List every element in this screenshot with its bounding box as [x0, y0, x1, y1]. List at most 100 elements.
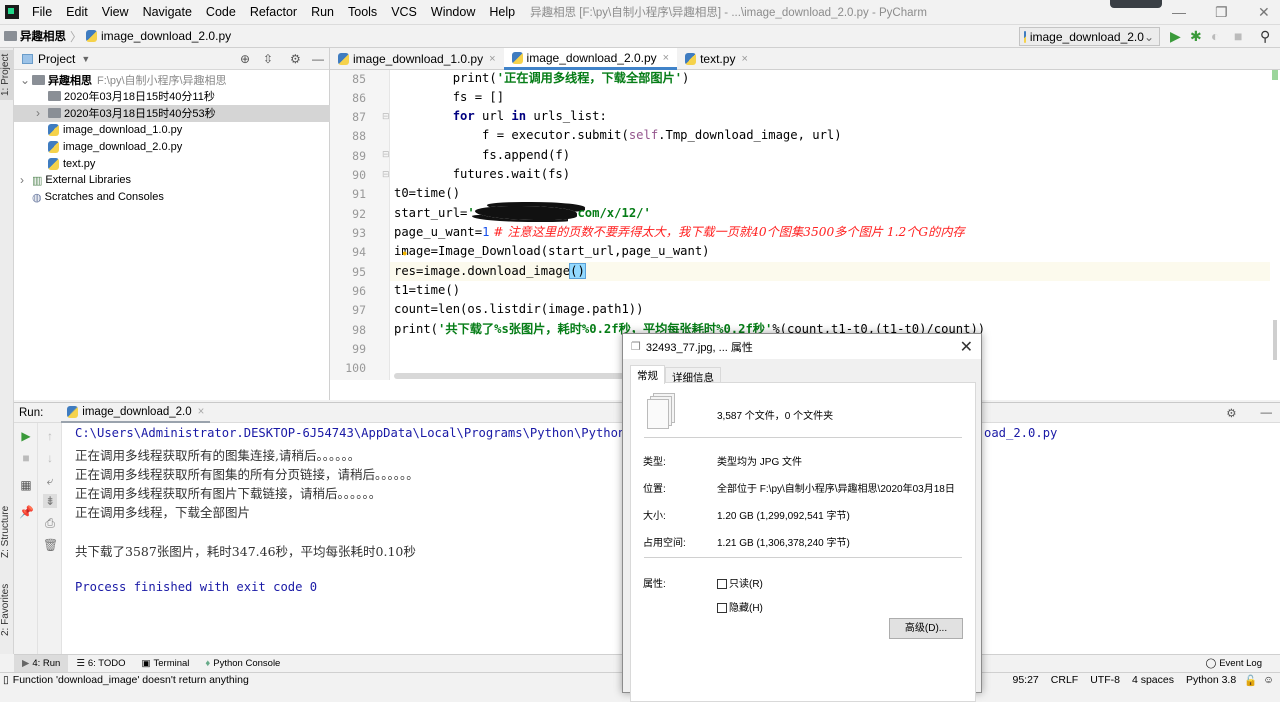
close-tab-icon[interactable]: ×	[489, 53, 495, 65]
readonly-checkbox[interactable]: 只读(R)	[717, 575, 763, 590]
gear-icon[interactable]: ⚙	[290, 52, 301, 66]
run-button[interactable]: ▶	[1170, 28, 1181, 45]
gear-icon[interactable]: ⚙	[1226, 406, 1236, 420]
collapse-all-icon[interactable]: ⇳	[263, 52, 273, 66]
close-tab-icon[interactable]: ×	[198, 406, 205, 418]
fold-marker-icon[interactable]: ⊟	[382, 169, 390, 180]
menu-run[interactable]: Run	[304, 5, 341, 19]
hide-panel-icon[interactable]: —	[1261, 407, 1273, 419]
project-view-icon	[22, 53, 33, 64]
run-configuration-select[interactable]: image_download_2.0 ⌄	[1019, 27, 1160, 46]
menu-refactor[interactable]: Refactor	[243, 5, 304, 19]
menu-file[interactable]: File	[25, 5, 59, 19]
run-tab[interactable]: image_download_2.0 ×	[61, 403, 211, 423]
lock-icon[interactable]: 🔓	[1244, 674, 1257, 687]
tree-item-label: 2020年03月18日15时40分11秒	[64, 91, 215, 104]
project-view-select[interactable]: Project	[38, 52, 75, 66]
minimize-button[interactable]: —	[1172, 4, 1186, 20]
pin-icon[interactable]: 📌	[19, 505, 34, 519]
favorites-tool-button[interactable]: 2: Favorites	[0, 578, 14, 642]
menu-help[interactable]: Help	[482, 5, 522, 19]
file-encoding[interactable]: UTF-8	[1090, 674, 1120, 686]
menu-tools[interactable]: Tools	[341, 5, 384, 19]
maximize-button[interactable]: ❐	[1215, 4, 1228, 21]
fold-marker-icon[interactable]: ⊟	[382, 111, 390, 122]
dropdown-arrow-icon[interactable]: ▼	[81, 54, 90, 64]
indent-setting[interactable]: 4 spaces	[1132, 674, 1174, 686]
debug-button[interactable]: ✱	[1190, 28, 1202, 45]
todo-tool-tab[interactable]: ☰ 6: TODO	[68, 655, 133, 673]
fold-marker-icon[interactable]: ⊟	[382, 149, 390, 160]
tab-general[interactable]: 常规	[630, 365, 665, 384]
tree-item[interactable]: text.py	[14, 155, 330, 172]
tree-item[interactable]: ⌄ 异趣相思 F:\py\自制小程序\异趣相思	[14, 71, 330, 88]
locate-icon[interactable]: ⊕	[240, 52, 250, 66]
tree-item[interactable]: ◍ Scratches and Consoles	[14, 189, 330, 206]
run-config-label: image_download_2.0	[1029, 29, 1144, 44]
project-tool-button[interactable]: 1: Project	[0, 50, 14, 100]
tree-item[interactable]: image_download_2.0.py	[14, 138, 330, 155]
expand-arrow-icon[interactable]: ⌄	[20, 73, 32, 87]
advanced-button[interactable]: 高级(D)...	[889, 618, 963, 639]
menu-edit[interactable]: Edit	[59, 5, 95, 19]
console-line: 正在调用多线程获取所有图集的所有分页链接，请稍后。。。。。。	[75, 467, 419, 482]
terminal-tool-tab[interactable]: ▣ Terminal	[134, 655, 198, 673]
arrow-up-icon[interactable]: ↑	[43, 429, 57, 443]
menu-code[interactable]: Code	[199, 5, 243, 19]
close-window-button[interactable]: ✕	[1258, 4, 1270, 21]
run-tool-tab[interactable]: ▶ 4: Run	[14, 654, 69, 673]
python-file-icon	[48, 157, 59, 170]
inspector-icon[interactable]: ☺	[1263, 674, 1274, 686]
expand-arrow-icon[interactable]: ›	[20, 173, 32, 187]
search-icon[interactable]: ⚲	[1260, 28, 1270, 45]
tab-image-download-1-0-py[interactable]: image_download_1.0.py ×	[330, 48, 504, 70]
coverage-button[interactable]: ◐	[1211, 28, 1219, 44]
tree-item[interactable]: › 2020年03月18日15时40分53秒	[14, 104, 330, 122]
tree-item[interactable]: image_download_1.0.py	[14, 121, 330, 138]
arrow-down-icon[interactable]: ↓	[43, 451, 57, 465]
soft-wrap-icon[interactable]: ⤶	[43, 474, 57, 488]
line-number: 96	[352, 284, 366, 299]
redacted-scribble	[474, 205, 578, 220]
console-line: 正在调用多线程获取所有图片下载链接，请稍后。。。。。。	[75, 486, 382, 501]
folder-icon	[48, 108, 61, 119]
line-number: 94	[352, 245, 366, 260]
rerun-icon[interactable]: ▶	[19, 429, 33, 443]
stop-button[interactable]: ■	[1234, 28, 1242, 44]
hide-panel-icon[interactable]: —	[312, 52, 324, 66]
trash-icon[interactable]: 🗑	[43, 538, 58, 552]
line-number: 100	[345, 361, 366, 376]
scroll-to-end-icon[interactable]: ⇟	[43, 494, 57, 508]
divider	[644, 437, 962, 438]
expand-arrow-icon[interactable]: ›	[36, 106, 48, 120]
line-separator[interactable]: CRLF	[1051, 674, 1078, 686]
layout-icon[interactable]: ▦	[19, 478, 33, 492]
hidden-checkbox[interactable]: 隐藏(H)	[717, 599, 763, 614]
tree-item[interactable]: › ▥ External Libraries	[14, 172, 330, 189]
intention-bulb-icon[interactable]: ●	[402, 248, 407, 258]
menu-window[interactable]: Window	[424, 5, 482, 19]
close-dialog-button[interactable]: ✕	[960, 337, 973, 357]
tree-item[interactable]: 2020年03月18日15时40分11秒	[14, 88, 330, 105]
tab-image-download-2-0-py[interactable]: image_download_2.0.py ×	[503, 48, 678, 70]
menu-vcs[interactable]: VCS	[384, 5, 424, 19]
tab-text-py[interactable]: text.py ×	[677, 48, 756, 70]
interpreter-setting[interactable]: Python 3.8	[1186, 674, 1236, 686]
breadcrumb-project[interactable]: 异趣相思	[20, 28, 66, 44]
property-value: 全部位于 F:\py\自制小程序\异趣相思\2020年03月18日	[717, 484, 955, 495]
menu-view[interactable]: View	[95, 5, 136, 19]
code-line: t1=time()	[394, 281, 460, 300]
event-log-tool-tab[interactable]: ◯ Event Log	[1198, 655, 1270, 673]
close-tab-icon[interactable]: ×	[663, 52, 669, 64]
close-tab-icon[interactable]: ×	[741, 53, 747, 65]
stop-icon[interactable]: ■	[19, 451, 33, 465]
python-icon	[67, 405, 79, 418]
vertical-scrollbar[interactable]	[1273, 320, 1277, 360]
structure-tool-button[interactable]: Z: Structure	[0, 498, 14, 566]
print-icon[interactable]: ⎙	[43, 516, 57, 530]
menu-navigate[interactable]: Navigate	[136, 5, 199, 19]
breadcrumb-file[interactable]: image_download_2.0.py	[101, 29, 231, 43]
caret-position[interactable]: 95:27	[1013, 674, 1039, 686]
property-value: 1.21 GB (1,306,378,240 字节)	[717, 538, 850, 549]
python-console-tool-tab[interactable]: ♦ Python Console	[197, 655, 288, 673]
